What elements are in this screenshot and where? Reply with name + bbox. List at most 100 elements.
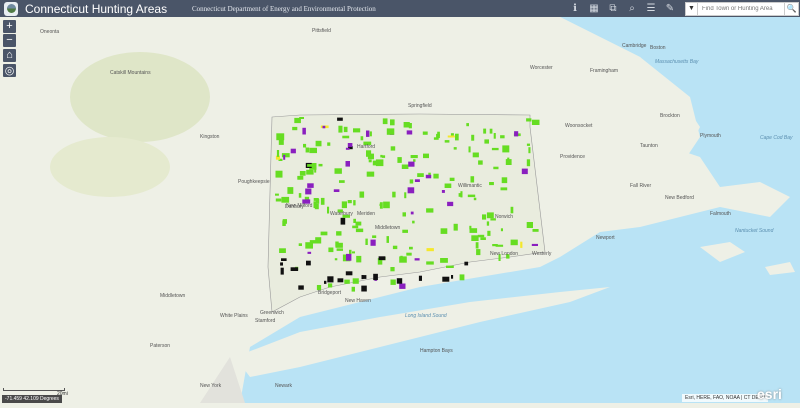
hunting-area[interactable] xyxy=(360,136,364,141)
hunting-area[interactable] xyxy=(345,271,353,276)
hunting-area[interactable] xyxy=(492,244,498,247)
hunting-area[interactable] xyxy=(501,177,508,184)
hunting-area[interactable] xyxy=(392,191,396,198)
zoom-out-button[interactable]: − xyxy=(3,34,16,47)
hunting-area[interactable] xyxy=(410,155,418,159)
hunting-area[interactable] xyxy=(382,118,388,125)
map-view[interactable]: Pittsfield Springfield Worcester Boston Camb… xyxy=(0,17,800,403)
hunting-area[interactable] xyxy=(471,134,475,141)
hunting-area[interactable] xyxy=(433,137,439,140)
info-icon[interactable]: ℹ xyxy=(567,2,583,16)
hunting-area[interactable] xyxy=(423,153,429,159)
locate-button[interactable]: ◎ xyxy=(3,64,16,77)
hunting-area[interactable] xyxy=(383,201,390,209)
hunting-area[interactable] xyxy=(469,228,478,233)
hunting-area[interactable] xyxy=(413,159,416,162)
hunting-area[interactable] xyxy=(372,160,378,166)
hunting-area[interactable] xyxy=(390,267,395,272)
hunting-area[interactable] xyxy=(489,182,494,186)
search-source-dropdown[interactable]: ▼ xyxy=(686,2,698,15)
hunting-area[interactable] xyxy=(500,187,508,191)
hunting-area[interactable] xyxy=(386,128,395,135)
hunting-area[interactable] xyxy=(422,131,428,135)
hunting-area[interactable] xyxy=(379,202,383,209)
hunting-area[interactable] xyxy=(409,246,413,250)
hunting-area[interactable] xyxy=(345,147,350,150)
hunting-area[interactable] xyxy=(459,274,465,281)
hunting-area[interactable] xyxy=(281,258,287,261)
hunting-area[interactable] xyxy=(493,166,499,170)
hunting-area[interactable] xyxy=(382,155,386,158)
hunting-area[interactable] xyxy=(344,279,350,284)
hunting-area[interactable] xyxy=(401,164,409,170)
search-input[interactable] xyxy=(698,2,784,15)
hunting-area[interactable] xyxy=(307,164,313,167)
hunting-area[interactable] xyxy=(409,179,414,184)
search-icon[interactable]: 🔍 xyxy=(784,2,798,15)
hunting-area[interactable] xyxy=(283,154,286,160)
hunting-area[interactable] xyxy=(356,255,362,263)
hunting-area[interactable] xyxy=(470,176,475,183)
hunting-area[interactable] xyxy=(402,229,408,233)
hunting-area[interactable] xyxy=(275,170,283,178)
hunting-area[interactable] xyxy=(353,218,356,223)
hunting-area[interactable] xyxy=(471,235,479,241)
hunting-area[interactable] xyxy=(298,193,302,198)
hunting-area[interactable] xyxy=(403,122,410,128)
hunting-area[interactable] xyxy=(500,135,505,139)
hunting-area[interactable] xyxy=(392,245,398,250)
hunting-area[interactable] xyxy=(281,196,290,203)
hunting-area[interactable] xyxy=(307,183,314,188)
hunting-area[interactable] xyxy=(426,261,434,265)
hunting-area[interactable] xyxy=(404,192,407,199)
hunting-area[interactable] xyxy=(352,251,355,254)
hunting-area[interactable] xyxy=(349,249,352,255)
hunting-area[interactable] xyxy=(338,125,343,133)
hunting-area[interactable] xyxy=(406,130,413,135)
hunting-area[interactable] xyxy=(442,276,450,282)
hunting-area[interactable] xyxy=(333,189,340,192)
hunting-area[interactable] xyxy=(410,211,414,215)
hunting-area[interactable] xyxy=(483,128,487,134)
hunting-area[interactable] xyxy=(414,179,420,182)
hunting-area[interactable] xyxy=(514,131,519,137)
hunting-area[interactable] xyxy=(307,251,312,254)
hunting-area[interactable] xyxy=(370,239,376,246)
hunting-area[interactable] xyxy=(493,133,496,139)
hunting-area[interactable] xyxy=(453,223,458,231)
hunting-area[interactable] xyxy=(328,283,333,288)
hunting-area[interactable] xyxy=(464,261,469,266)
hunting-area[interactable] xyxy=(324,280,327,284)
hunting-area[interactable] xyxy=(347,200,352,204)
legend-icon[interactable]: ☰ xyxy=(643,2,659,16)
hunting-area[interactable] xyxy=(400,255,403,262)
hunting-area[interactable] xyxy=(386,236,390,243)
hunting-area[interactable] xyxy=(531,119,540,125)
hunting-area[interactable] xyxy=(500,228,503,232)
hunting-area[interactable] xyxy=(315,140,322,147)
layers-icon[interactable]: ⧉ xyxy=(605,2,621,16)
hunting-area[interactable] xyxy=(280,267,284,275)
hunting-area[interactable] xyxy=(407,187,415,194)
hunting-area[interactable] xyxy=(505,159,512,165)
hunting-area[interactable] xyxy=(467,194,476,198)
hunting-area[interactable] xyxy=(397,157,402,163)
hunting-area[interactable] xyxy=(460,191,463,198)
hunting-area[interactable] xyxy=(297,175,304,180)
measure-icon[interactable]: ✎ xyxy=(662,2,678,16)
hunting-area[interactable] xyxy=(444,183,452,189)
hunting-area[interactable] xyxy=(521,168,528,175)
hunting-area[interactable] xyxy=(478,160,483,165)
hunting-area[interactable] xyxy=(390,279,396,285)
hunting-area[interactable] xyxy=(341,201,347,209)
hunting-area[interactable] xyxy=(526,159,531,167)
hunting-area[interactable] xyxy=(491,147,499,151)
hunting-area[interactable] xyxy=(318,163,323,167)
hunting-area[interactable] xyxy=(396,278,403,284)
hunting-area[interactable] xyxy=(412,220,415,224)
hunting-area[interactable] xyxy=(451,275,454,279)
hunting-area[interactable] xyxy=(531,243,538,246)
home-button[interactable]: ⌂ xyxy=(3,49,16,62)
hunting-area[interactable] xyxy=(334,168,342,174)
hunting-area[interactable] xyxy=(365,238,368,245)
